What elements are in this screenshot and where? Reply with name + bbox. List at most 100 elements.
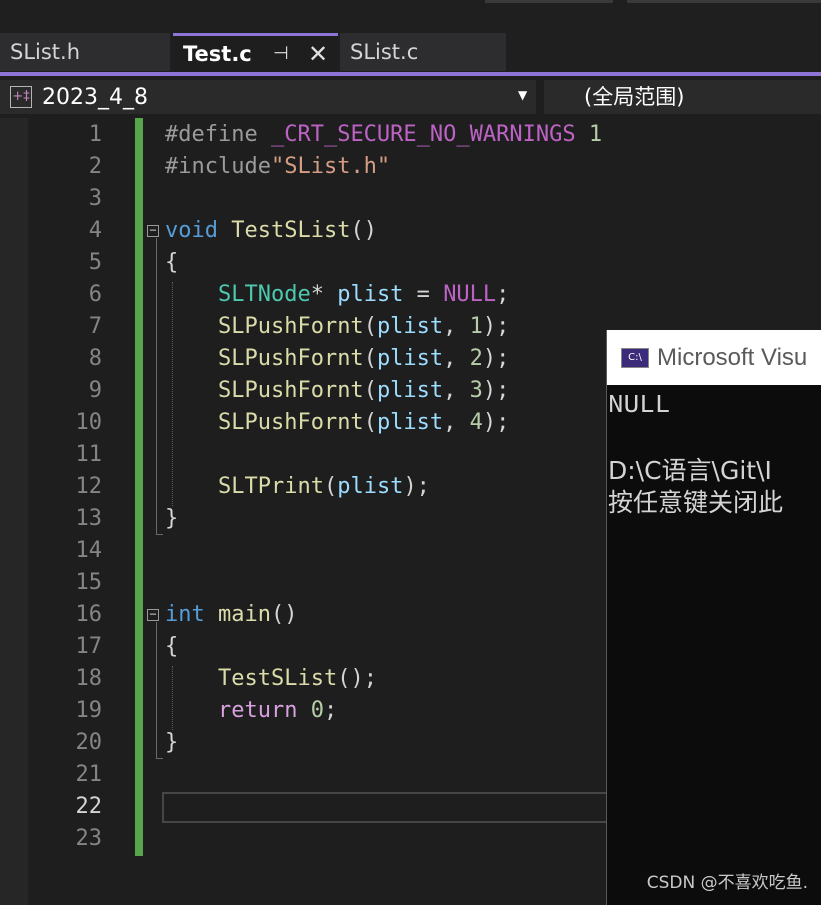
console-title-bar[interactable]: C:\ Microsoft Visu [607,330,821,385]
code-line: void TestSList() [165,215,377,247]
keyword: int [165,602,205,627]
string-literal: "SList.h" [270,154,391,179]
tab-test-c[interactable]: Test.c ⊣ ✕ [173,33,338,71]
keyword: return [217,698,298,723]
variable-name: plist [376,314,444,339]
top-strip-chip [485,0,613,3]
console-output-line: D:\C语言\Git\I [608,456,772,485]
function-name: SLPushFornt [217,410,364,435]
line-number: 12 [75,474,103,499]
code-line: SLTNode* plist = NULL; [165,279,509,311]
tab-slist-c[interactable]: SList.c [340,33,506,71]
project-scope-dropdown[interactable]: +‡ 2023_4_8 ▼ [0,80,536,114]
function-name: main [218,602,271,627]
pin-icon[interactable]: ⊣ [273,43,289,64]
line-number: 2 [88,154,102,179]
line-number: 11 [75,442,103,467]
brace: { [165,250,179,275]
line-number: 7 [88,314,102,339]
line-number: 14 [75,538,103,563]
function-name: TestSList [217,666,338,691]
function-name: SLPushFornt [217,378,364,403]
global-scope-dropdown[interactable]: (全局范围) [544,80,821,114]
tab-label: Test.c [183,41,252,66]
punctuation: = [403,282,444,307]
line-number: 13 [75,506,103,531]
macro-name: NULL [443,282,497,307]
punctuation: ; [496,282,510,307]
fold-region-end [156,534,163,535]
punctuation: * [310,282,324,307]
code-line: int main() [165,599,297,631]
line-number: 9 [88,378,102,403]
line-number-current: 22 [75,794,103,819]
debug-console-window[interactable]: C:\ Microsoft Visu NULL D:\C语言\Git\I 按任意… [606,330,821,905]
brace: { [165,634,179,659]
code-line: TestSList(); [165,663,377,695]
variable-name: plist [376,346,444,371]
top-strip [0,0,821,33]
code-line: SLPushFornt(plist, 4); [217,410,510,435]
number-literal: 3 [469,378,483,403]
console-output-line: 按任意键关闭此 [608,488,784,517]
line-number: 19 [75,698,103,723]
macro-name: _CRT_SECURE_NO_WARNINGS [270,122,576,147]
collapse-toggle-icon[interactable]: − [147,608,159,621]
variable-name: plist [376,378,444,403]
code-line: } [165,503,178,535]
code-line: #include"SList.h" [165,151,390,183]
global-scope-label: (全局范围) [584,85,685,109]
line-number: 6 [88,282,102,307]
line-number: 3 [88,186,102,211]
line-number: 18 [75,666,103,691]
code-line: #define _CRT_SECURE_NO_WARNINGS 1 [165,119,602,151]
punctuation: () [270,602,298,627]
tab-label: SList.c [350,40,419,64]
tab-slist-h[interactable]: SList.h [0,33,170,71]
line-number: 23 [75,826,103,851]
preprocessor-directive: #include [165,154,271,179]
fold-region-line [156,238,157,534]
function-name: SLPushFornt [217,314,364,339]
function-name: SLTPrint [217,474,324,499]
brace: } [165,506,179,531]
chevron-down-icon[interactable]: ▼ [518,88,527,102]
project-icon: +‡ [10,86,32,108]
preprocessor-directive: #define [165,122,258,147]
code-line: SLPushFornt(plist, 1); [217,314,510,339]
project-scope-label: 2023_4_8 [42,84,148,110]
editor-margin [0,118,28,905]
fold-region-end [156,758,163,759]
number-literal: 0 [310,698,324,723]
code-line: } [165,727,178,759]
code-line: return 0; [165,695,337,727]
line-number: 10 [75,410,103,435]
brace: } [165,730,179,755]
variable-name: plist [337,474,404,499]
code-line: SLPushFornt(plist, 2); [217,346,510,371]
code-line: SLTPrint(plist); [217,474,430,499]
change-tracking-bar [135,118,143,856]
line-number: 17 [75,634,103,659]
line-number: 21 [75,762,103,787]
collapse-toggle-icon[interactable]: − [147,224,159,237]
punctuation: (); [337,666,377,691]
code-line: { [165,631,178,663]
console-output-line: NULL [608,390,671,420]
console-title: Microsoft Visu [657,343,808,371]
current-line-highlight [162,792,622,823]
function-name: TestSList [231,218,351,243]
function-name: SLPushFornt [217,346,364,371]
line-number: 8 [88,346,102,371]
csdn-watermark: CSDN @不喜欢吃鱼. [646,873,808,893]
line-number: 16 [75,602,103,627]
number-literal: 1 [469,314,483,339]
fold-region-line [156,622,157,758]
type-name: SLTNode [217,282,311,307]
line-number: 20 [75,730,103,755]
variable-name: plist [376,410,444,435]
top-strip-chip [627,0,821,3]
tab-label: SList.h [10,40,81,64]
close-icon[interactable]: ✕ [308,40,328,68]
keyword: void [165,218,218,243]
